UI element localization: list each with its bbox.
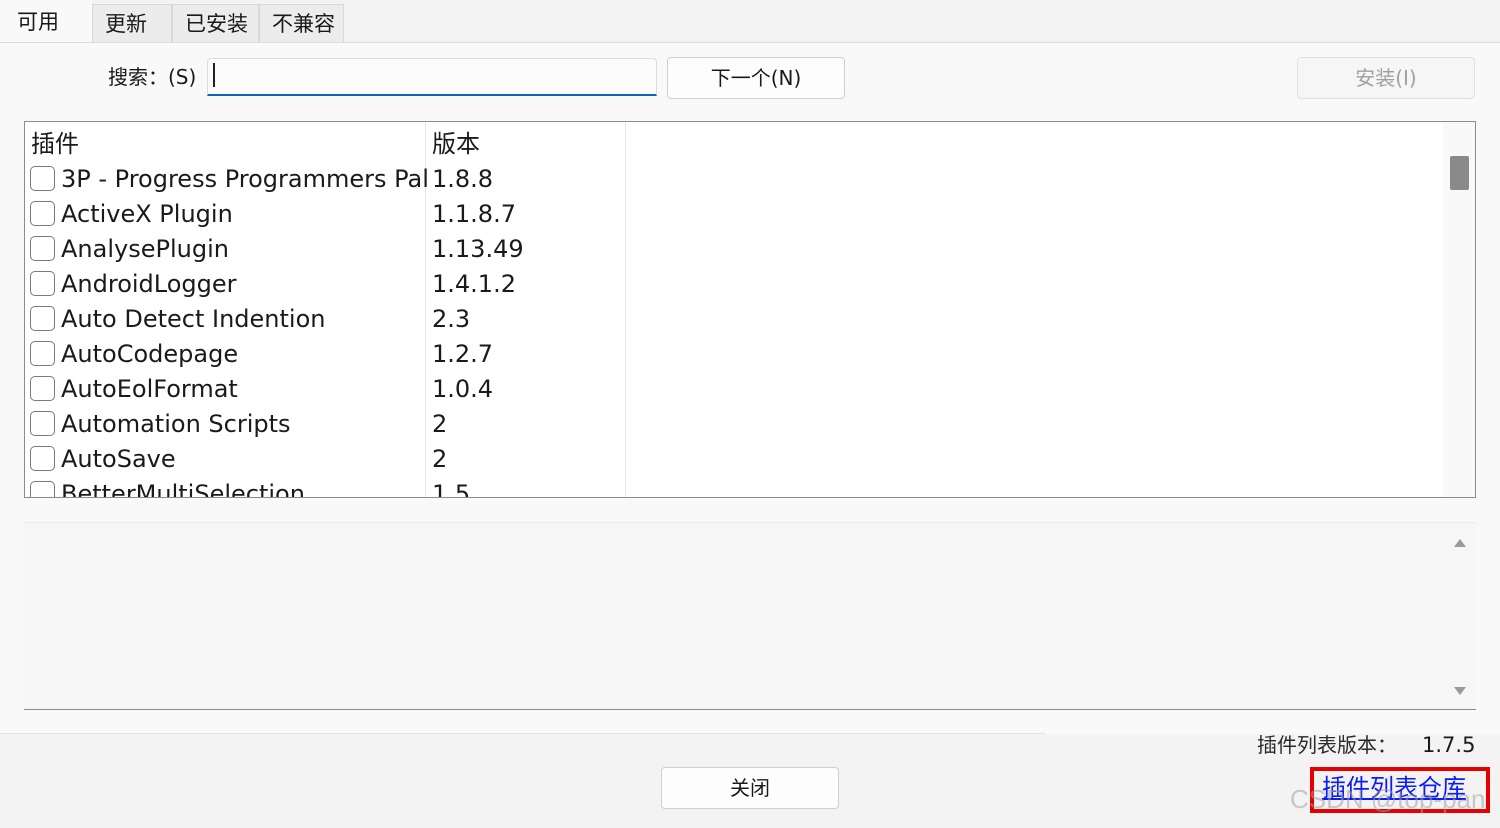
tab-incompatible[interactable]: 不兼容: [259, 4, 344, 42]
plugin-name: AutoSave: [61, 445, 176, 473]
footer-divider: [0, 733, 1045, 734]
plugin-checkbox[interactable]: [30, 481, 55, 497]
close-button[interactable]: 关闭: [661, 767, 839, 809]
tab-bar: 可用 更新 已安装 不兼容: [0, 0, 1500, 44]
plugin-version: 2: [432, 410, 448, 438]
search-label: 搜索：(S): [108, 65, 197, 89]
list-item[interactable]: BetterMultiSelection 1.5: [25, 477, 645, 498]
list-item[interactable]: ActiveX Plugin 1.1.8.7: [25, 197, 645, 232]
list-item[interactable]: AndroidLogger 1.4.1.2: [25, 267, 645, 302]
plugin-name: AndroidLogger: [61, 270, 237, 298]
list-scrollbar[interactable]: [1443, 122, 1475, 497]
header-version[interactable]: 版本: [432, 128, 480, 160]
tab-label: 可用: [17, 10, 59, 34]
plugin-checkbox[interactable]: [30, 271, 55, 296]
description-scrollbar[interactable]: [1444, 523, 1476, 709]
plugin-version: 1.2.7: [432, 340, 494, 368]
plugin-version: 1.13.49: [432, 235, 524, 263]
scroll-up-icon[interactable]: [1454, 539, 1466, 547]
plugin-name: 3P - Progress Programmers Pal: [61, 165, 429, 193]
plugin-name: AnalysePlugin: [61, 235, 229, 263]
list-version-value: 1.7.5: [1422, 733, 1476, 757]
plugin-checkbox[interactable]: [30, 201, 55, 226]
plugin-version: 1.1.8.7: [432, 200, 516, 228]
tab-installed[interactable]: 已安装: [172, 4, 259, 42]
scrollbar-thumb[interactable]: [1450, 156, 1469, 190]
tab-updates[interactable]: 更新: [92, 4, 172, 42]
next-button[interactable]: 下一个(N): [667, 57, 845, 99]
plugin-version: 1.8.8: [432, 165, 494, 193]
tab-label: 不兼容: [272, 12, 335, 36]
description-area[interactable]: [24, 522, 1476, 710]
list-version-label: 插件列表版本：: [1257, 733, 1397, 757]
plugin-name: BetterMultiSelection: [61, 480, 305, 498]
plugin-version: 1.5: [432, 480, 471, 498]
list-item[interactable]: AutoSave 2: [25, 442, 645, 477]
tab-available[interactable]: 可用: [0, 0, 92, 44]
plugin-checkbox[interactable]: [30, 166, 55, 191]
list-item[interactable]: 3P - Progress Programmers Pal 1.8.8: [25, 162, 645, 197]
plugin-version: 2.3: [432, 305, 471, 333]
plugin-version: 1.0.4: [432, 375, 494, 403]
plugin-name: AutoCodepage: [61, 340, 239, 368]
plugin-name: AutoEolFormat: [61, 375, 238, 403]
tab-label: 已安装: [185, 12, 248, 36]
plugin-list: 插件 版本 3P - Progress Programmers Pal 1.8.…: [24, 121, 1476, 498]
plugin-checkbox[interactable]: [30, 376, 55, 401]
plugin-checkbox[interactable]: [30, 411, 55, 436]
tab-label: 更新: [105, 12, 147, 36]
plugin-version: 2: [432, 445, 448, 473]
plugin-checkbox[interactable]: [30, 341, 55, 366]
scroll-down-icon[interactable]: [1454, 687, 1466, 695]
list-item[interactable]: Automation Scripts 2: [25, 407, 645, 442]
plugin-name: Auto Detect Indention: [61, 305, 326, 333]
plugin-version: 1.4.1.2: [432, 270, 516, 298]
text-caret: [213, 63, 215, 87]
plugin-name: Automation Scripts: [61, 410, 291, 438]
list-item[interactable]: AutoCodepage 1.2.7: [25, 337, 645, 372]
watermark: CSDN @top-pan: [1290, 784, 1486, 814]
plugin-checkbox[interactable]: [30, 236, 55, 261]
list-item[interactable]: AutoEolFormat 1.0.4: [25, 372, 645, 407]
list-item[interactable]: Auto Detect Indention 2.3: [25, 302, 645, 337]
search-input[interactable]: [207, 58, 657, 96]
list-item[interactable]: AnalysePlugin 1.13.49: [25, 232, 645, 267]
header-plugin[interactable]: 插件: [31, 128, 79, 160]
plugin-checkbox[interactable]: [30, 306, 55, 331]
plugin-checkbox[interactable]: [30, 446, 55, 471]
install-button[interactable]: 安装(I): [1297, 57, 1475, 99]
plugin-name: ActiveX Plugin: [61, 200, 233, 228]
